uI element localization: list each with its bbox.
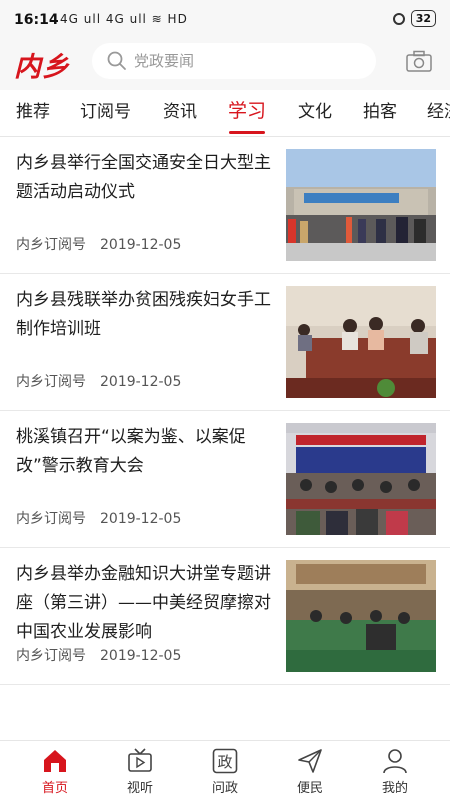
zheng-icon: 政 — [212, 748, 238, 774]
home-icon — [44, 750, 66, 772]
education-meeting-photo — [286, 423, 436, 535]
search-bar[interactable] — [92, 43, 376, 79]
news-date: 2019-12-05 — [100, 374, 182, 390]
tab-study[interactable]: 学习 — [228, 100, 266, 122]
nav-mine-label: 我的 — [381, 781, 408, 796]
rotation-lock-icon — [392, 12, 405, 25]
tab-subscription[interactable]: 订阅号 — [80, 101, 131, 123]
news-source: 内乡订阅号 — [16, 648, 86, 664]
news-meta: 内乡订阅号 2019-12-05 — [16, 234, 181, 254]
tab-economy[interactable]: 经济 — [427, 101, 450, 123]
tab-recommend[interactable]: 推荐 — [16, 101, 50, 123]
camera-icon[interactable] — [406, 50, 432, 72]
news-title: 内乡县举办金融知识大讲堂专题讲座（第三讲）——中美经贸摩擦对中国农业发展影响 — [16, 564, 271, 642]
news-meta: 内乡订阅号 2019-12-05 — [16, 508, 181, 528]
news-source: 内乡订阅号 — [16, 237, 86, 253]
app-logo[interactable]: 内乡 — [14, 45, 70, 84]
send-icon — [298, 749, 322, 773]
news-item[interactable]: 内乡县举办金融知识大讲堂专题讲座（第三讲）——中美经贸摩擦对中国农业发展影响 内… — [0, 548, 450, 685]
news-meta: 内乡订阅号 2019-12-05 — [16, 371, 181, 391]
news-date: 2019-12-05 — [100, 237, 182, 253]
bottom-nav: 首页 视听 政 问政 便民 我的 — [0, 740, 450, 801]
news-item[interactable]: 内乡县举行全国交通安全日大型主题活动启动仪式 内乡订阅号 2019-12-05 — [0, 137, 450, 274]
network-status: 4G ull 4G ull ≋ HD — [60, 12, 188, 26]
news-meta: 内乡订阅号 2019-12-05 — [16, 645, 181, 665]
nav-inquiry-label: 问政 — [211, 781, 238, 796]
news-source: 内乡订阅号 — [16, 374, 86, 390]
news-item[interactable]: 桃溪镇召开“以案为鉴、以案促改”警示教育大会 内乡订阅号 2019-12-05 — [0, 411, 450, 548]
nav-audiovisual-label: 视听 — [126, 781, 153, 796]
news-title: 内乡县举行全国交通安全日大型主题活动启动仪式 — [16, 153, 271, 202]
status-bar: 16:14 4G ull 4G ull ≋ HD 32 — [0, 0, 450, 40]
traffic-safety-photo — [286, 149, 436, 261]
status-time: 16:14 — [14, 12, 59, 28]
status-right: 32 — [392, 10, 436, 27]
news-date: 2019-12-05 — [100, 511, 182, 527]
search-icon — [107, 51, 126, 70]
nav-home-label: 首页 — [41, 781, 68, 796]
app-header: 内乡 — [0, 40, 450, 90]
nav-mine[interactable]: 我的 — [360, 747, 430, 796]
search-input[interactable] — [134, 52, 334, 70]
tv-icon — [128, 748, 152, 772]
tab-photographer[interactable]: 拍客 — [363, 101, 397, 123]
news-title: 内乡县残联举办贫困残疾妇女手工制作培训班 — [16, 290, 271, 339]
nav-home[interactable]: 首页 — [20, 747, 90, 796]
tab-news[interactable]: 资讯 — [163, 101, 197, 123]
nav-audiovisual[interactable]: 视听 — [105, 747, 175, 796]
tab-culture[interactable]: 文化 — [298, 101, 332, 123]
nav-inquiry[interactable]: 政 问政 — [190, 747, 260, 796]
category-tabs: 推荐 订阅号 资讯 学习 文化 拍客 经济 — [0, 90, 450, 137]
news-title: 桃溪镇召开“以案为鉴、以案促改”警示教育大会 — [16, 427, 246, 476]
nav-convenience-label: 便民 — [296, 781, 323, 796]
news-item[interactable]: 内乡县残联举办贫困残疾妇女手工制作培训班 内乡订阅号 2019-12-05 — [0, 274, 450, 411]
finance-lecture-photo — [286, 560, 436, 672]
zheng-icon-text: 政 — [217, 753, 232, 771]
user-icon — [383, 749, 407, 774]
battery-indicator: 32 — [410, 10, 436, 27]
news-date: 2019-12-05 — [100, 648, 182, 664]
handcraft-training-photo — [286, 286, 436, 398]
nav-convenience[interactable]: 便民 — [275, 747, 345, 796]
active-tab-indicator — [229, 131, 265, 134]
news-source: 内乡订阅号 — [16, 511, 86, 527]
